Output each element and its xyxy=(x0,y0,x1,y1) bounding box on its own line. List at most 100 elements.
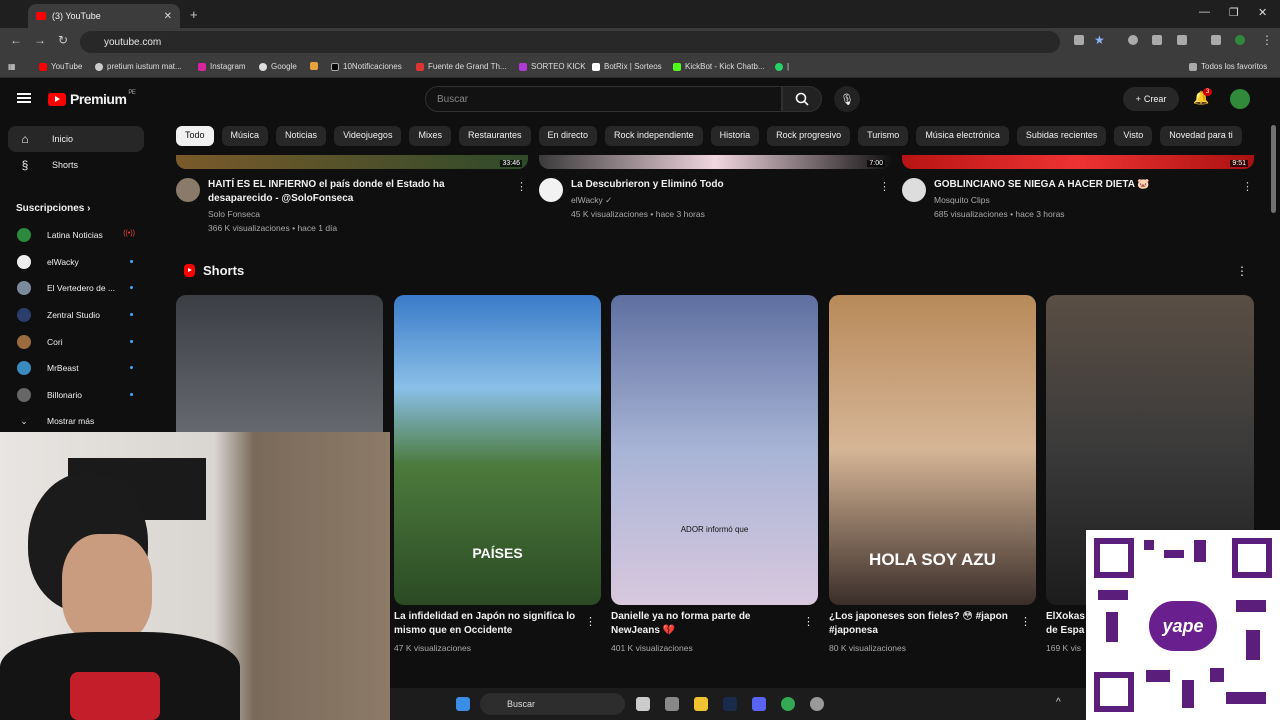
task-view-icon[interactable] xyxy=(636,697,650,711)
close-tab-icon[interactable]: ✕ xyxy=(164,11,172,22)
chip-todo[interactable]: Todo xyxy=(176,126,214,146)
extension-icon[interactable] xyxy=(1128,35,1138,45)
file-explorer-icon[interactable] xyxy=(694,697,708,711)
sidebar-item-shorts[interactable]: § Shorts xyxy=(8,152,144,178)
menu-dots-icon[interactable]: ⋮ xyxy=(1261,33,1273,47)
taskbar-search[interactable]: Buscar xyxy=(480,693,625,715)
channel-avatar[interactable] xyxy=(902,178,926,202)
forward-icon[interactable]: → xyxy=(34,33,46,47)
short-title[interactable]: ElXokas de Espa xyxy=(1046,610,1086,638)
apps-icon[interactable]: ▦ xyxy=(8,62,16,71)
voice-search-button[interactable]: 🎙 xyxy=(834,86,860,112)
chip[interactable]: Noticias xyxy=(276,126,327,146)
more-options-icon[interactable]: ⋮ xyxy=(585,615,596,628)
short-thumbnail[interactable]: HOLA SOY AZU xyxy=(829,295,1036,605)
extension-icon[interactable] xyxy=(1152,35,1162,45)
windows-start-icon[interactable] xyxy=(456,697,470,711)
video-title[interactable]: La Descubrieron y Eliminó Todo xyxy=(571,178,866,192)
shorts-more-options-icon[interactable]: ⋮ xyxy=(1236,264,1248,278)
more-options-icon[interactable]: ⋮ xyxy=(803,615,814,628)
bookmark-instagram[interactable]: Instagram xyxy=(198,62,246,71)
chip[interactable]: Restaurantes xyxy=(458,126,531,146)
account-avatar[interactable] xyxy=(1230,89,1250,109)
bookmark-botrix[interactable]: BotRix | Sorteos xyxy=(592,62,662,71)
more-options-icon[interactable]: ⋮ xyxy=(1020,615,1031,628)
bookmark-google[interactable]: Google xyxy=(259,62,297,71)
puzzle-icon[interactable] xyxy=(1177,35,1187,45)
cast-icon[interactable] xyxy=(1074,35,1084,45)
chip[interactable]: Mixes xyxy=(409,126,451,146)
video-title[interactable]: GOBLINCIANO SE NIEGA A HACER DIETA 🐷 xyxy=(934,178,1229,192)
subscriptions-heading[interactable]: Suscripciones › xyxy=(16,203,90,214)
channel-avatar[interactable] xyxy=(176,178,200,202)
channel-name[interactable]: Mosquito Clips xyxy=(934,195,990,205)
subscription-item[interactable]: elWacky xyxy=(17,252,157,272)
video-title[interactable]: HAITÍ ES EL INFIERNO el país donde el Es… xyxy=(208,178,503,206)
close-window-icon[interactable]: ✕ xyxy=(1258,6,1267,19)
chevron-up-icon[interactable]: ^ xyxy=(1056,697,1070,711)
new-tab-icon[interactable]: + xyxy=(190,7,198,22)
sidebar-item-home[interactable]: ⌂ Inicio xyxy=(8,126,144,152)
url-field[interactable]: youtube.com xyxy=(80,31,1060,53)
chrome-icon[interactable] xyxy=(781,697,795,711)
short-title[interactable]: ¿Los japoneses son fieles? 😳 #japon #jap… xyxy=(829,610,1019,638)
chip[interactable]: En directo xyxy=(538,126,598,146)
short-thumbnail[interactable]: ADOR informó que xyxy=(611,295,818,605)
search-input[interactable]: Buscar xyxy=(425,86,782,112)
channel-name[interactable]: Solo Fonseca xyxy=(208,209,260,219)
subscription-item[interactable]: Billonario xyxy=(17,385,157,405)
discord-icon[interactable] xyxy=(752,697,766,711)
hamburger-menu-icon[interactable] xyxy=(17,93,31,103)
bookmark-pretium[interactable]: pretium iustum mat... xyxy=(95,62,182,71)
bookmark-kickbot[interactable]: KickBot - Kick Chatb... xyxy=(673,62,765,71)
chip[interactable]: Turismo xyxy=(858,126,909,146)
channel-avatar[interactable] xyxy=(539,178,563,202)
video-thumbnail[interactable]: 33:46 xyxy=(176,155,528,169)
chip[interactable]: Visto xyxy=(1114,126,1153,146)
app-icon[interactable] xyxy=(665,697,679,711)
short-thumbnail[interactable]: PAÍSES xyxy=(394,295,601,605)
reload-icon[interactable]: ↻ xyxy=(58,33,68,47)
tab-youtube[interactable]: (3) YouTube ✕ xyxy=(28,4,180,28)
video-thumbnail[interactable]: 7:00 xyxy=(539,155,891,169)
subscription-item[interactable]: MrBeast xyxy=(17,358,157,378)
bookmark-gta[interactable]: Fuente de Grand Th... xyxy=(416,62,507,71)
minimize-icon[interactable]: — xyxy=(1199,6,1210,18)
create-button[interactable]: + Crear xyxy=(1123,87,1179,111)
subscription-item[interactable]: Latina Noticias ((•)) xyxy=(17,225,157,245)
chip[interactable]: Rock independiente xyxy=(605,126,703,146)
channel-name[interactable]: elWacky ✓ xyxy=(571,195,612,206)
chip[interactable]: Historia xyxy=(710,126,760,146)
page-scrollbar[interactable] xyxy=(1271,125,1276,213)
bookmark-icon[interactable] xyxy=(310,62,318,70)
search-button[interactable] xyxy=(782,86,822,112)
short-title[interactable]: La infidelidad en Japón no significa lo … xyxy=(394,610,584,638)
chip[interactable]: Novedad para ti xyxy=(1160,126,1242,146)
subscription-item[interactable]: Cori xyxy=(17,332,157,352)
subscription-item[interactable]: El Vertedero de ... xyxy=(17,278,157,298)
profile-icon[interactable] xyxy=(1235,35,1245,45)
all-favorites[interactable]: Todos los favoritos xyxy=(1189,62,1267,71)
more-options-icon[interactable]: ⋮ xyxy=(879,180,890,193)
short-title[interactable]: Danielle ya no forma parte de NewJeans 💔 xyxy=(611,610,801,638)
chip[interactable]: Rock progresivo xyxy=(767,126,851,146)
chip[interactable]: Videojuegos xyxy=(334,126,402,146)
more-options-icon[interactable]: ⋮ xyxy=(516,180,527,193)
obs-icon[interactable] xyxy=(810,697,824,711)
photoshop-icon[interactable] xyxy=(723,697,737,711)
star-icon[interactable]: ★ xyxy=(1094,33,1105,47)
youtube-premium-logo[interactable]: Premium PE xyxy=(48,90,136,107)
chip[interactable]: Subidas recientes xyxy=(1016,126,1107,146)
restore-icon[interactable]: ❐ xyxy=(1229,6,1239,19)
chip[interactable]: Música electrónica xyxy=(916,126,1009,146)
chip[interactable]: Música xyxy=(221,126,269,146)
bookmark-sorteo[interactable]: SORTEO KICK xyxy=(519,62,586,71)
bookmark-youtube[interactable]: YouTube xyxy=(39,62,82,71)
tab-search-icon[interactable] xyxy=(1211,35,1221,45)
bookmark-x[interactable]: 10Notificaciones xyxy=(331,62,402,71)
back-icon[interactable]: ← xyxy=(10,33,22,47)
video-thumbnail[interactable]: 9:51 xyxy=(902,155,1254,169)
more-options-icon[interactable]: ⋮ xyxy=(1242,180,1253,193)
bookmark-whatsapp[interactable]: | xyxy=(775,62,789,71)
subscription-item[interactable]: Zentral Studio xyxy=(17,305,157,325)
